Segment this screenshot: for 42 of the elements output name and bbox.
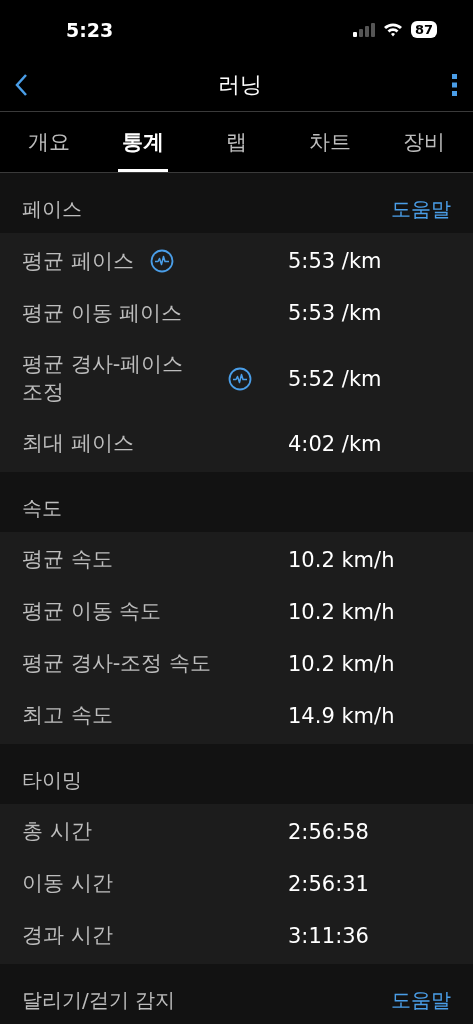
stat-label: 평균 이동 페이스 [22, 299, 183, 327]
wifi-icon [382, 22, 403, 38]
signal-icon [352, 22, 375, 37]
stat-label: 이동 시간 [22, 870, 113, 898]
stat-value: 5:52 /km [288, 366, 382, 391]
stat-label: 평균 페이스 [22, 247, 134, 275]
screen-title: 러닝 [217, 71, 262, 100]
more-icon[interactable] [451, 73, 459, 98]
section-title: 속도 [22, 495, 62, 522]
stat-value: 4:02 /km [288, 432, 382, 456]
stat-value: 5:53 /km [288, 249, 382, 274]
help-link[interactable]: 도움말 [391, 987, 451, 1014]
section-title: 타이밍 [22, 767, 82, 794]
section-title: 페이스 [22, 196, 82, 224]
section-title: 달리기/걷기 감지 [22, 987, 176, 1014]
stat-value: 10.2 km/h [288, 652, 395, 676]
battery-indicator: 87 [410, 21, 437, 39]
tab[interactable]: 장비 [399, 112, 449, 173]
stat-value: 5:53 /km [288, 301, 382, 326]
stat-value: 2:56:58 [288, 820, 369, 844]
tab[interactable]: 차트 [305, 112, 356, 173]
stat-label: 평균 이동 속도 [22, 598, 162, 626]
stat-value: 10.2 km/h [288, 600, 395, 624]
stat-label: 총 시간 [22, 818, 92, 846]
status-time: 5:23 [66, 18, 114, 41]
back-icon[interactable] [14, 73, 28, 98]
stat-value: 3:11:36 [288, 924, 369, 948]
stat-value: 14.9 km/h [288, 704, 395, 728]
stat-label: 최대 페이스 [22, 430, 134, 458]
help-link[interactable]: 도움말 [391, 196, 451, 224]
stat-label: 평균 경사-페이스 조정 [22, 351, 185, 406]
stat-label: 평균 경사-조정 속도 [22, 650, 211, 678]
activity-icon[interactable] [228, 366, 252, 391]
tab[interactable]: 랩 [211, 112, 262, 173]
stat-value: 2:56:31 [288, 872, 369, 896]
stat-value: 10.2 km/h [288, 548, 395, 572]
stat-label: 경과 시간 [22, 922, 113, 950]
tab[interactable]: 개요 [24, 112, 74, 173]
stat-label: 평균 속도 [22, 546, 113, 574]
tab[interactable]: 통계 [117, 112, 168, 173]
activity-icon[interactable] [149, 249, 174, 274]
stat-label: 최고 속도 [22, 702, 113, 730]
